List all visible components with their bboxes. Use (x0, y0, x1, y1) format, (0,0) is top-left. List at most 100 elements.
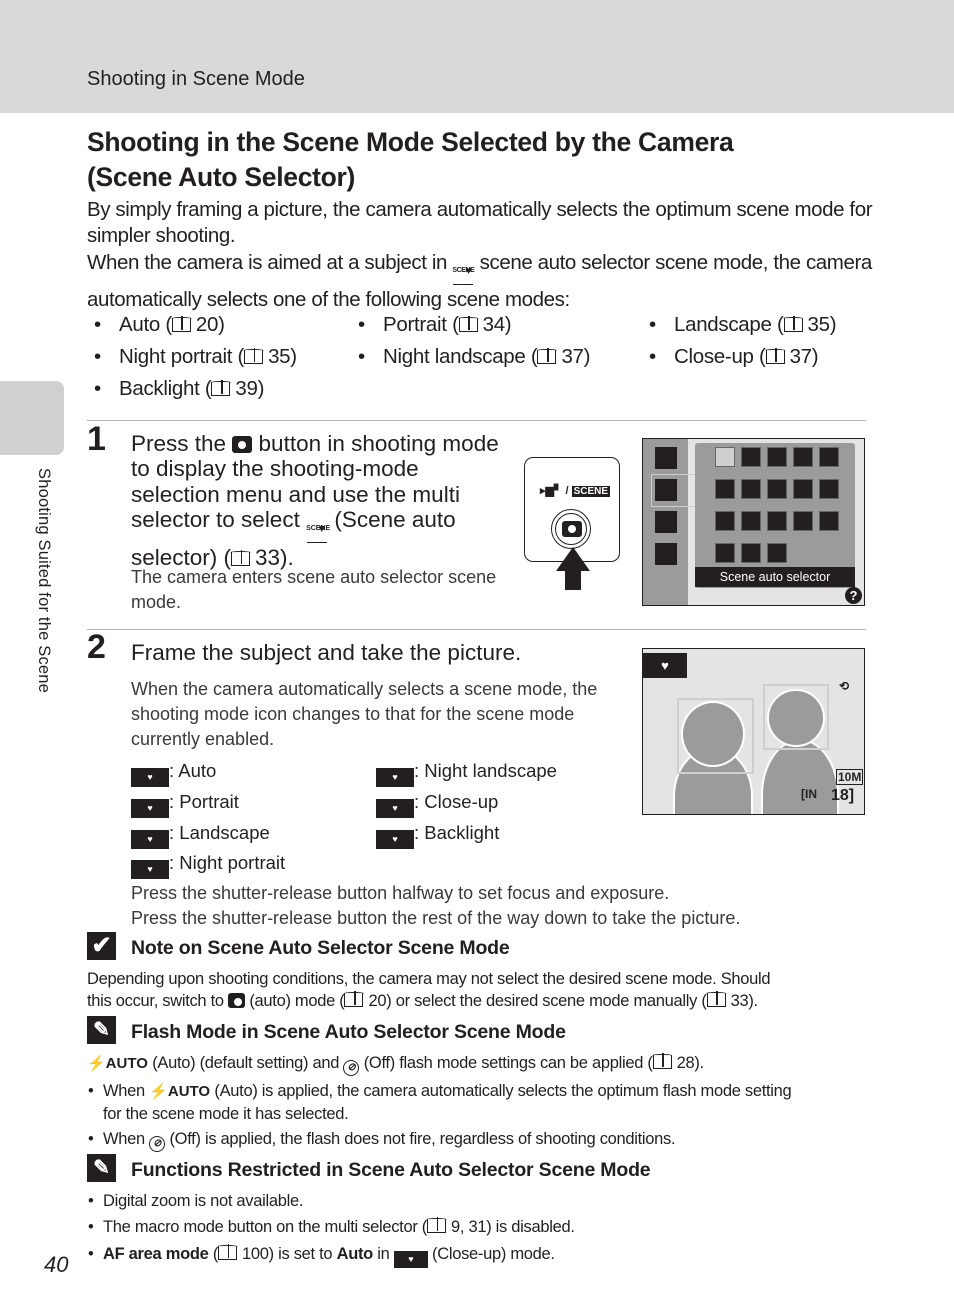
step-1-number: 1 (87, 420, 106, 458)
title-line-1: Shooting in the Scene Mode Selected by t… (87, 127, 734, 157)
list-item: Night portrait (35) (94, 345, 297, 369)
restricted-heading: Functions Restricted in Scene Auto Selec… (131, 1159, 651, 1181)
close-up-icon: ♥ (393, 1251, 428, 1268)
legend-item: ♥: Auto (131, 760, 216, 787)
copy-icon (819, 511, 839, 531)
divider (87, 420, 866, 421)
beach-snow-icon (741, 479, 761, 499)
step-1-instruction: Press the button in shooting mode to dis… (131, 431, 499, 570)
list-item: Portrait (34) (358, 313, 512, 337)
portrait-mode-icon: ♥ (643, 653, 687, 678)
flash-auto-icon: ⚡AUTO (149, 1083, 211, 1100)
dusk-dawn-icon (793, 479, 813, 499)
book-icon (343, 991, 365, 1007)
book-icon (536, 348, 558, 364)
smart-portrait-icon (655, 511, 677, 533)
legend-item: ♥: Portrait (131, 791, 239, 818)
list-item: Close-up (37) (649, 345, 819, 369)
menu-caption: Scene auto selector (695, 567, 855, 587)
flash-bullet-2: When ⊘ (Off) is applied, the flash does … (88, 1128, 863, 1152)
page-title: Shooting in the Scene Mode Selected by t… (87, 125, 887, 195)
flash-off-icon: ⊘ (343, 1060, 360, 1076)
list-item: Auto (20) (94, 313, 225, 337)
book-icon (243, 348, 264, 364)
flash-auto-icon: ⚡AUTO (87, 1055, 148, 1072)
camera-icon (228, 993, 246, 1008)
close-up-icon (715, 511, 735, 531)
restricted-bullet-1: Digital zoom is not available. (88, 1190, 303, 1212)
note-body: Depending upon shooting conditions, the … (87, 970, 771, 1010)
voice-recording-icon (767, 543, 787, 563)
pencil-icon: ✎ (87, 1154, 116, 1182)
chapter-label: Shooting Suited for the Scene (35, 468, 53, 694)
help-icon: ? (845, 587, 862, 604)
book-icon (210, 380, 231, 396)
panorama-icon (741, 543, 761, 563)
camera-icon (562, 521, 582, 537)
backlight-icon (715, 543, 735, 563)
image-size-indicator: 10M (836, 769, 864, 785)
night-landscape-icon (819, 479, 839, 499)
legend-item: ♥: Night landscape (376, 760, 557, 787)
restricted-bullet-2: The macro mode button on the multi selec… (88, 1216, 575, 1238)
scene-auto-icon: ♥ SCENE (452, 266, 475, 287)
section-header: Shooting in Scene Mode (87, 68, 305, 90)
step-2-number: 2 (87, 628, 106, 666)
scene-auto-icon: ♥ SCENE (306, 523, 330, 545)
portrait-icon (741, 447, 761, 467)
book-icon (426, 1217, 447, 1233)
check-icon: ✔ (87, 932, 116, 960)
close-up-icon: ♥ (376, 799, 414, 818)
flash-off-icon: ⊘ (149, 1136, 166, 1152)
face-frame (677, 698, 754, 774)
vibration-reduction-icon: ⟲ (839, 679, 850, 693)
auto-mode-icon (655, 447, 677, 469)
legend-item: ♥: Backlight (376, 822, 499, 849)
party-icon (715, 479, 735, 499)
flash-bullet-1: When ⚡AUTO (Auto) is applied, the camera… (88, 1080, 863, 1125)
night-portrait-icon (819, 447, 839, 467)
book-icon (230, 549, 251, 566)
list-item: Night landscape (37) (358, 345, 590, 369)
movie-icon: ▸▆▘ (540, 485, 563, 497)
divider (87, 629, 866, 630)
intro-paragraph-2: When the camera is aimed at a subject in… (87, 251, 872, 311)
step-1-note: The camera enters scene auto selector sc… (131, 567, 497, 612)
legend-item: ♥: Landscape (131, 822, 270, 849)
camera-icon (232, 436, 253, 453)
book-icon (458, 316, 479, 332)
fireworks-icon (793, 511, 813, 531)
sports-icon (793, 447, 813, 467)
legend-item: ♥: Close-up (376, 791, 498, 818)
shutter-half-press: Press the shutter-release button halfway… (131, 883, 670, 903)
pencil-icon: ✎ (87, 1016, 116, 1044)
press-arrow-icon (556, 547, 590, 571)
header-band (0, 0, 954, 113)
food-icon (741, 511, 761, 531)
movie-mode-icon (655, 543, 677, 565)
title-line-2: (Scene Auto Selector) (87, 162, 356, 192)
note-heading: Note on Scene Auto Selector Scene Mode (131, 937, 510, 959)
page-number: 40 (44, 1252, 69, 1277)
step-2-heading: Frame the subject and take the picture. (131, 640, 522, 665)
night-landscape-icon: ♥ (376, 768, 414, 787)
shutter-full-press: Press the shutter-release button the res… (131, 908, 741, 928)
button-label: ▸▆▘ / SCENE (540, 485, 611, 497)
book-icon (171, 316, 192, 332)
scene-auto-icon (715, 447, 735, 467)
sunset-icon (767, 479, 787, 499)
landscape-icon: ♥ (131, 830, 169, 849)
subject-body (761, 739, 839, 814)
book-icon (651, 1053, 673, 1069)
flash-intro: ⚡AUTO (Auto) (default setting) and ⊘ (Of… (87, 1052, 877, 1076)
restricted-bullet-3: AF area mode (100) is set to Auto in ♥ (… (88, 1243, 555, 1268)
internal-memory-indicator: [IN (801, 787, 817, 801)
book-icon (217, 1244, 238, 1260)
legend-item: ♥: Night portrait (131, 852, 285, 879)
list-item: Backlight (39) (94, 377, 264, 401)
portrait-icon: ♥ (131, 799, 169, 818)
face-frame (763, 684, 829, 750)
intro-paragraph-1: By simply framing a picture, the camera … (87, 198, 873, 247)
exposures-remaining: 18] (831, 787, 855, 804)
list-item: Landscape (35) (649, 313, 837, 337)
